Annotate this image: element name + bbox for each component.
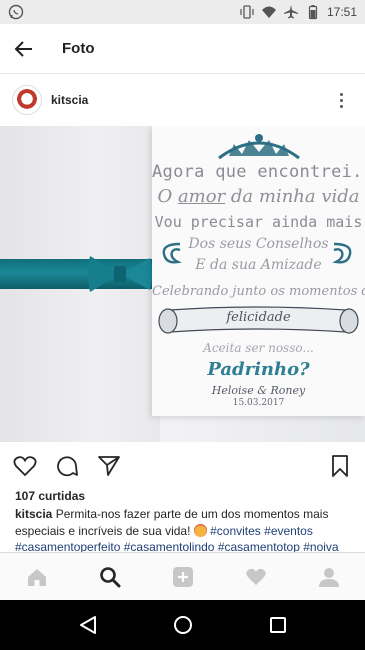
search-icon (99, 566, 120, 587)
system-nav-bar (0, 600, 365, 650)
tab-search[interactable] (90, 557, 130, 597)
vibrate-icon (239, 4, 255, 20)
airplane-icon (283, 4, 299, 20)
send-icon (98, 456, 120, 476)
caption-username[interactable]: kitscia (15, 507, 52, 521)
card-line-2: O amor da minha vida (157, 186, 360, 207)
card-line-3: Vou precisar ainda mais (154, 213, 363, 231)
share-button[interactable] (96, 453, 122, 479)
page-title: Foto (62, 40, 95, 57)
avatar-logo (16, 89, 38, 111)
heart-icon (13, 456, 37, 477)
vertical-ellipsis-icon (339, 92, 343, 96)
hashtag[interactable]: #eventos (264, 524, 313, 538)
card-line-8: Aceita ser nosso... (203, 341, 314, 355)
arrow-left-icon (14, 40, 32, 57)
tab-home[interactable] (17, 557, 57, 597)
avatar[interactable] (12, 85, 42, 115)
post-header: kitscia (0, 74, 365, 126)
card-line-1: Agora que encontrei... (152, 162, 365, 182)
status-bar: 17:51 (0, 0, 365, 24)
wifi-icon (261, 4, 277, 20)
card-line-7: felicidade (226, 310, 291, 325)
card-line-4: Dos seus Conselhos (188, 236, 329, 252)
nav-recents-button[interactable] (258, 605, 298, 645)
battery-icon (305, 4, 321, 20)
recents-square-icon (269, 617, 286, 633)
post-caption: kitscia Permita-nos fazer parte de um do… (15, 506, 355, 556)
comment-button[interactable] (54, 453, 80, 479)
tab-profile[interactable] (309, 557, 349, 597)
card-line-6: Celebrando junto os momentos de (152, 284, 365, 299)
nav-back-button[interactable] (68, 605, 108, 645)
post-actions (0, 444, 365, 488)
invitation-card: Agora que encontrei... O amor da minha v… (152, 126, 365, 416)
post-username[interactable]: kitscia (51, 93, 88, 107)
activity-heart-icon (245, 568, 266, 585)
like-button[interactable] (12, 453, 38, 479)
tiara-icon (218, 134, 300, 160)
bookmark-icon (332, 455, 348, 477)
tab-add[interactable] (163, 557, 203, 597)
bottom-tab-bar (0, 552, 365, 600)
card-line-5: E da sua Amizade (195, 257, 322, 273)
whatsapp-icon (8, 4, 24, 20)
home-icon (27, 568, 46, 586)
emoji-icon (193, 523, 207, 537)
add-icon (172, 566, 193, 587)
back-button[interactable] (0, 24, 48, 74)
back-triangle-icon (79, 616, 96, 634)
ribbon-bow-image (88, 256, 152, 292)
home-circle-icon (173, 616, 192, 634)
card-line-10: Heloise & Roney (211, 384, 306, 397)
card-line-11: 15.03.2017 (232, 398, 285, 408)
more-options-button[interactable] (329, 88, 353, 112)
save-button[interactable] (327, 453, 353, 479)
status-time: 17:51 (326, 5, 357, 19)
hashtag[interactable]: #convites (210, 524, 261, 538)
tab-activity[interactable] (236, 557, 276, 597)
likes-count[interactable]: 107 curtidas (15, 489, 85, 503)
profile-icon (318, 567, 339, 587)
post-photo[interactable]: Agora que encontrei... O amor da minha v… (0, 126, 365, 442)
nav-home-button[interactable] (163, 605, 203, 645)
comment-icon (57, 456, 78, 477)
top-toolbar: Foto (0, 24, 365, 74)
card-line-9: Padrinho? (207, 359, 310, 380)
